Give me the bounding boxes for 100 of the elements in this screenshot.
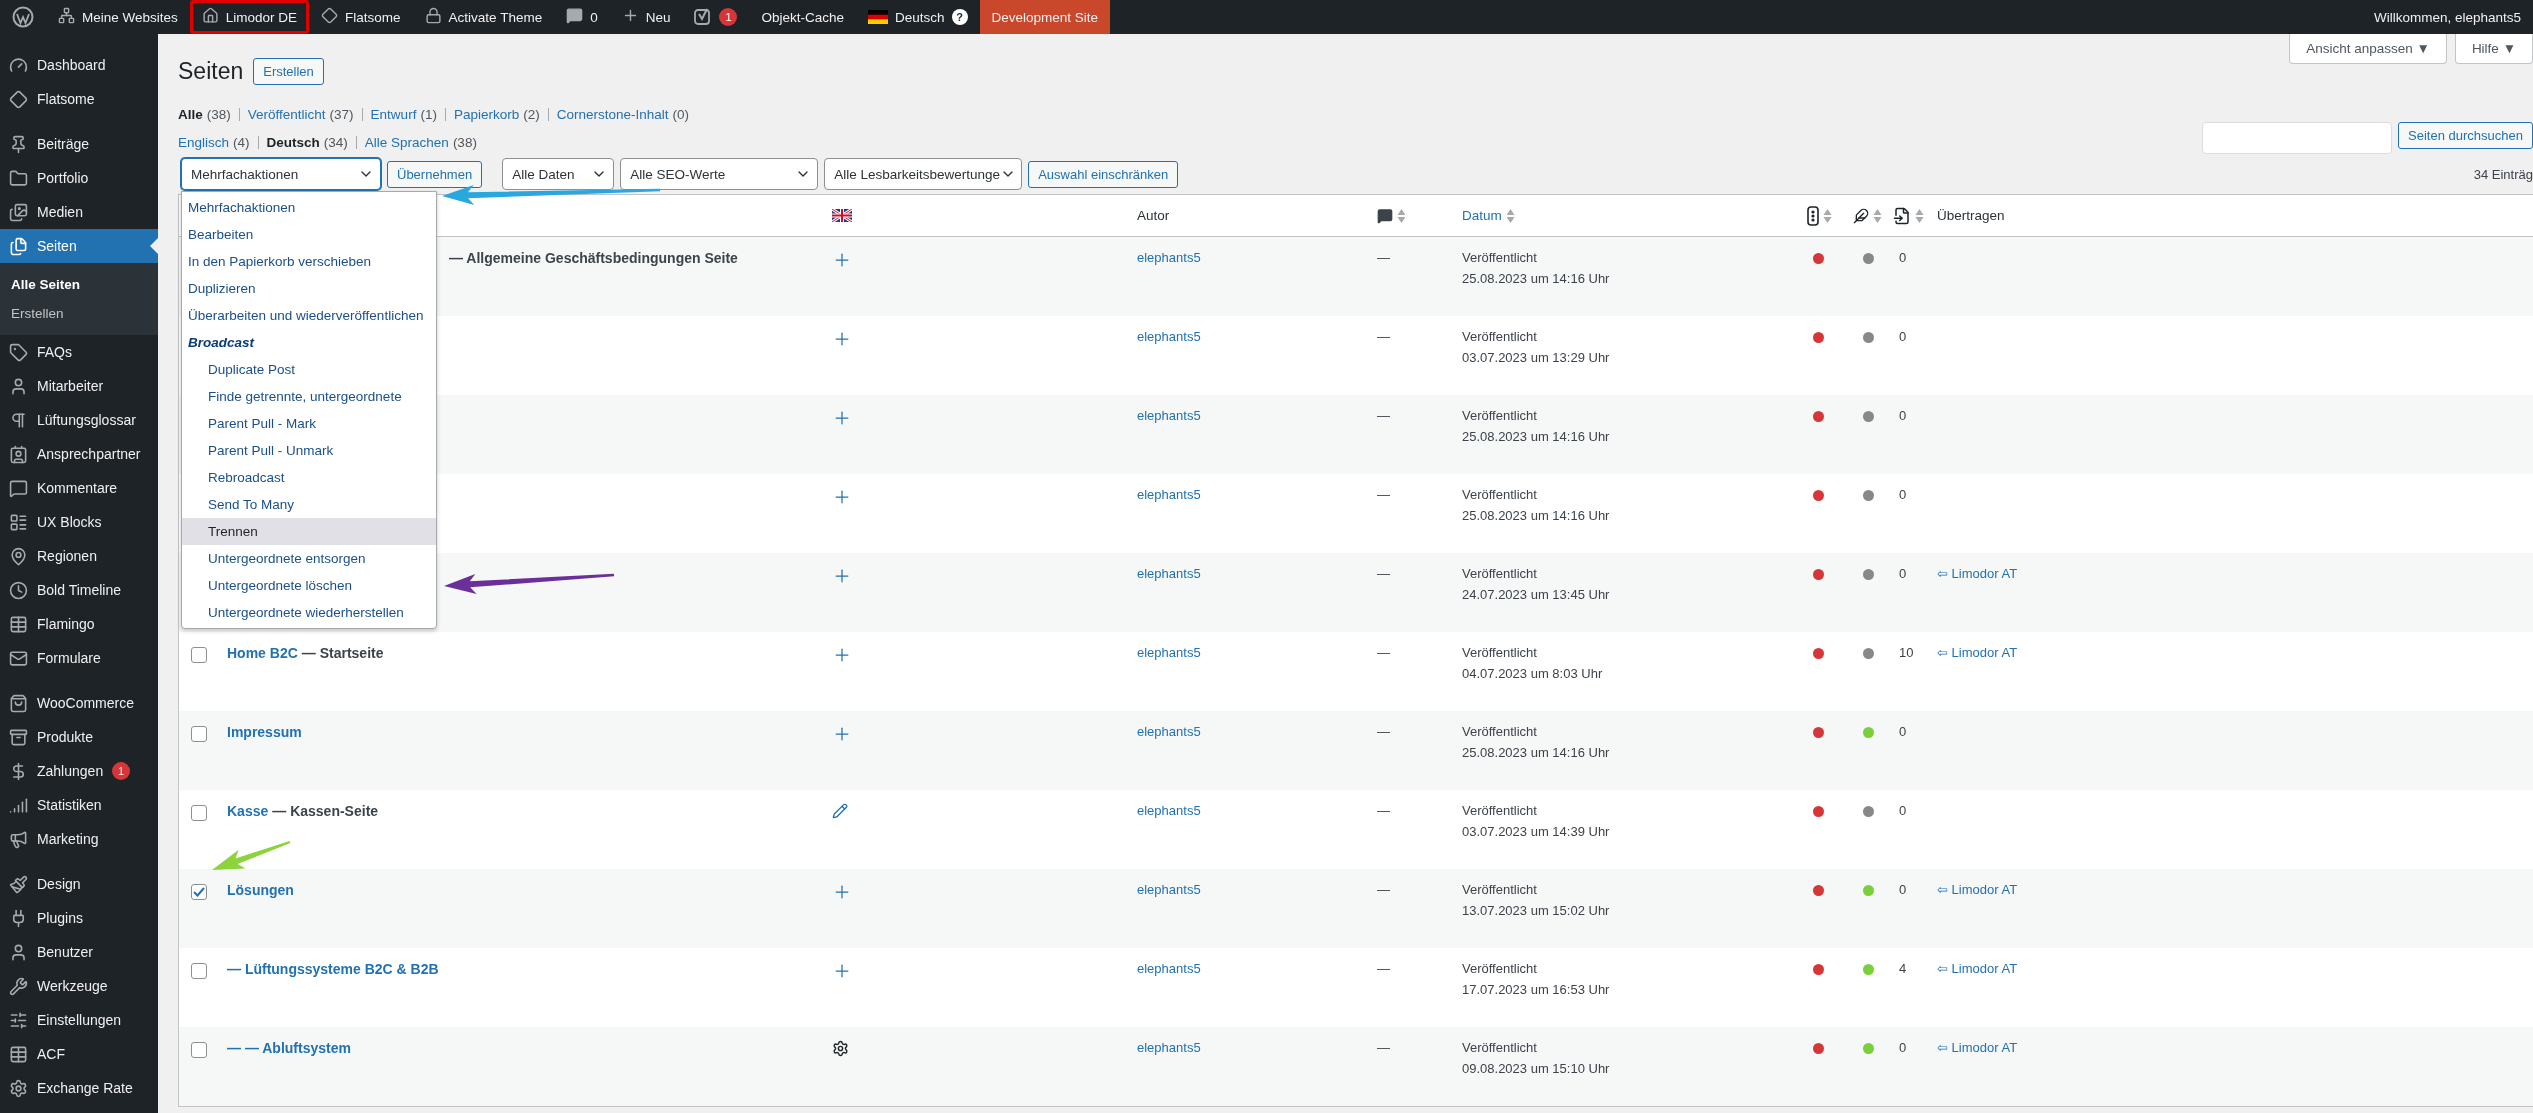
filter-link[interactable]: Alle (178, 106, 203, 122)
pencil-icon[interactable] (832, 803, 848, 819)
toolbar-item[interactable]: Flatsome (309, 0, 413, 34)
sidebar-item[interactable]: Lüftungsglossar (0, 403, 158, 437)
toolbar-item[interactable]: Development Site (979, 0, 1111, 34)
sidebar-item[interactable]: ACF (0, 1037, 158, 1071)
gear-icon[interactable] (832, 1040, 849, 1057)
author-link[interactable]: elephants5 (1137, 1040, 1361, 1055)
sidebar-item[interactable]: Statistiken (0, 788, 158, 822)
toolbar-item[interactable]: Deutsch ? (856, 0, 980, 34)
sidebar-item[interactable]: Kommentare (0, 471, 158, 505)
menu-option[interactable]: Send To Many (182, 491, 436, 518)
author-link[interactable]: elephants5 (1137, 803, 1361, 818)
sidebar-item[interactable]: Ansprechpartner (0, 437, 158, 471)
toolbar-item[interactable]: Objekt-Cache (749, 0, 856, 34)
row-checkbox[interactable] (191, 726, 207, 742)
toolbar-item[interactable]: Meine Websites (46, 0, 190, 34)
sidebar-item[interactable]: Portfolio (0, 161, 158, 195)
filter-link[interactable]: Papierkorb (453, 106, 520, 122)
menu-option[interactable]: Untergeordnete wiederherstellen (182, 599, 436, 626)
sort-icon[interactable] (1505, 207, 1515, 224)
filter-link[interactable]: Entwurf (370, 106, 417, 122)
account-menu[interactable]: Willkommen, elephants5 (2361, 0, 2533, 34)
sidebar-item[interactable]: Bold Timeline (0, 573, 158, 607)
filter-link[interactable]: Englisch (178, 134, 230, 150)
filter-select[interactable]: Alle Daten (502, 158, 615, 190)
menu-option[interactable]: Untergeordnete löschen (182, 572, 436, 599)
sidebar-item[interactable]: Formulare (0, 641, 158, 675)
sort-icon[interactable] (1397, 207, 1406, 224)
sidebar-item[interactable]: Medien (0, 195, 158, 229)
filter-button[interactable]: Auswahl einschränken (1028, 160, 1179, 188)
sidebar-item[interactable]: UX Blocks (0, 505, 158, 539)
toolbar-item[interactable]: Activate Theme (412, 0, 555, 34)
menu-option[interactable]: Untergeordnete entsorgen (182, 545, 436, 572)
menu-option[interactable]: Finde getrennte, untergeordnete (182, 383, 436, 410)
sort-icon[interactable] (1823, 207, 1832, 224)
sidebar-item[interactable]: Benutzer (0, 935, 158, 969)
transfer-link[interactable]: ⇦ Limodor AT (1937, 961, 2525, 976)
transfer-link[interactable]: ⇦ Limodor AT (1937, 566, 2525, 581)
sidebar-item[interactable]: Flamingo (0, 607, 158, 641)
menu-option[interactable]: Parent Pull - Unmark (182, 437, 436, 464)
sidebar-item[interactable]: Produkte (0, 720, 158, 754)
sidebar-item[interactable]: Exchange Rate (0, 1071, 158, 1105)
transfer-link[interactable]: ⇦ Limodor AT (1937, 882, 2525, 897)
filter-link[interactable]: Alle Sprachen (364, 134, 449, 150)
author-link[interactable]: elephants5 (1137, 329, 1361, 344)
author-link[interactable]: elephants5 (1137, 250, 1361, 265)
author-link[interactable]: elephants5 (1137, 961, 1361, 976)
filter-select[interactable]: Alle Lesbarkeitsbewertunge (824, 158, 1023, 190)
page-title-link[interactable]: — — Abluftsystem (227, 1040, 351, 1056)
logo-icon[interactable] (12, 6, 34, 28)
toolbar-item[interactable]: Limodor DE (189, 0, 310, 34)
sort-icon[interactable] (1873, 207, 1882, 224)
menu-option[interactable]: Mehrfachaktionen (182, 194, 436, 221)
page-title-link[interactable]: Home B2C (227, 645, 298, 661)
sidebar-item[interactable]: Flatsome (0, 82, 158, 116)
add-button[interactable]: Erstellen (253, 58, 324, 85)
sidebar-item[interactable]: Design (0, 867, 158, 901)
sidebar-item[interactable]: Mitarbeiter (0, 369, 158, 403)
sort-icon[interactable] (1915, 207, 1924, 224)
menu-option[interactable]: Überarbeiten und wiederveröffentlichen (182, 302, 436, 329)
submenu-item[interactable]: Erstellen (0, 299, 158, 328)
sidebar-item[interactable]: Werkzeuge (0, 969, 158, 1003)
menu-option[interactable]: In den Papierkorb verschieben (182, 248, 436, 275)
sidebar-item[interactable]: WooCommerce (0, 686, 158, 720)
filter-link[interactable]: Deutsch (266, 134, 320, 150)
page-title-link[interactable]: — Lüftungssysteme B2C & B2B (227, 961, 439, 977)
column-header-link[interactable]: Datum (1462, 208, 1502, 223)
sidebar-item[interactable]: Marketing (0, 822, 158, 856)
author-link[interactable]: elephants5 (1137, 566, 1361, 581)
help-button[interactable]: Hilfe ▼ (2454, 34, 2533, 64)
author-link[interactable]: elephants5 (1137, 645, 1361, 660)
apply-button[interactable]: Übernehmen (387, 160, 483, 188)
toolbar-item[interactable]: Neu (609, 0, 683, 34)
author-link[interactable]: elephants5 (1137, 724, 1361, 739)
transfer-link[interactable]: ⇦ Limodor AT (1937, 1040, 2525, 1055)
filter-select[interactable]: Alle SEO-Werte (620, 158, 819, 190)
search-field[interactable] (2202, 122, 2393, 154)
sidebar-item[interactable]: FAQs (0, 335, 158, 369)
sidebar-item[interactable]: Regionen (0, 539, 158, 573)
sidebar-item[interactable]: Beiträge (0, 127, 158, 161)
sidebar-item[interactable]: Plugins (0, 901, 158, 935)
sidebar-item[interactable]: Einstellungen (0, 1003, 158, 1037)
page-title-link[interactable]: Kasse (227, 803, 269, 819)
row-checkbox[interactable] (191, 884, 207, 900)
toolbar-item[interactable]: 0 (554, 0, 610, 34)
author-link[interactable]: elephants5 (1137, 408, 1361, 423)
page-title-link[interactable]: Impressum (227, 724, 302, 740)
screen-options-button[interactable]: Ansicht anpassen ▼ (2289, 34, 2447, 64)
menu-option[interactable]: Bearbeiten (182, 221, 436, 248)
menu-option[interactable]: Parent Pull - Mark (182, 410, 436, 437)
row-checkbox[interactable] (191, 1042, 207, 1058)
submenu-item[interactable]: Alle Seiten (0, 270, 158, 299)
menu-option[interactable]: Duplicate Post (182, 356, 436, 383)
sidebar-item[interactable]: Dashboard (0, 48, 158, 82)
author-link[interactable]: elephants5 (1137, 487, 1361, 502)
filter-link[interactable]: Cornerstone-Inhalt (556, 106, 669, 122)
author-link[interactable]: elephants5 (1137, 882, 1361, 897)
page-title-link[interactable]: Lösungen (227, 882, 294, 898)
transfer-link[interactable]: ⇦ Limodor AT (1937, 645, 2525, 660)
